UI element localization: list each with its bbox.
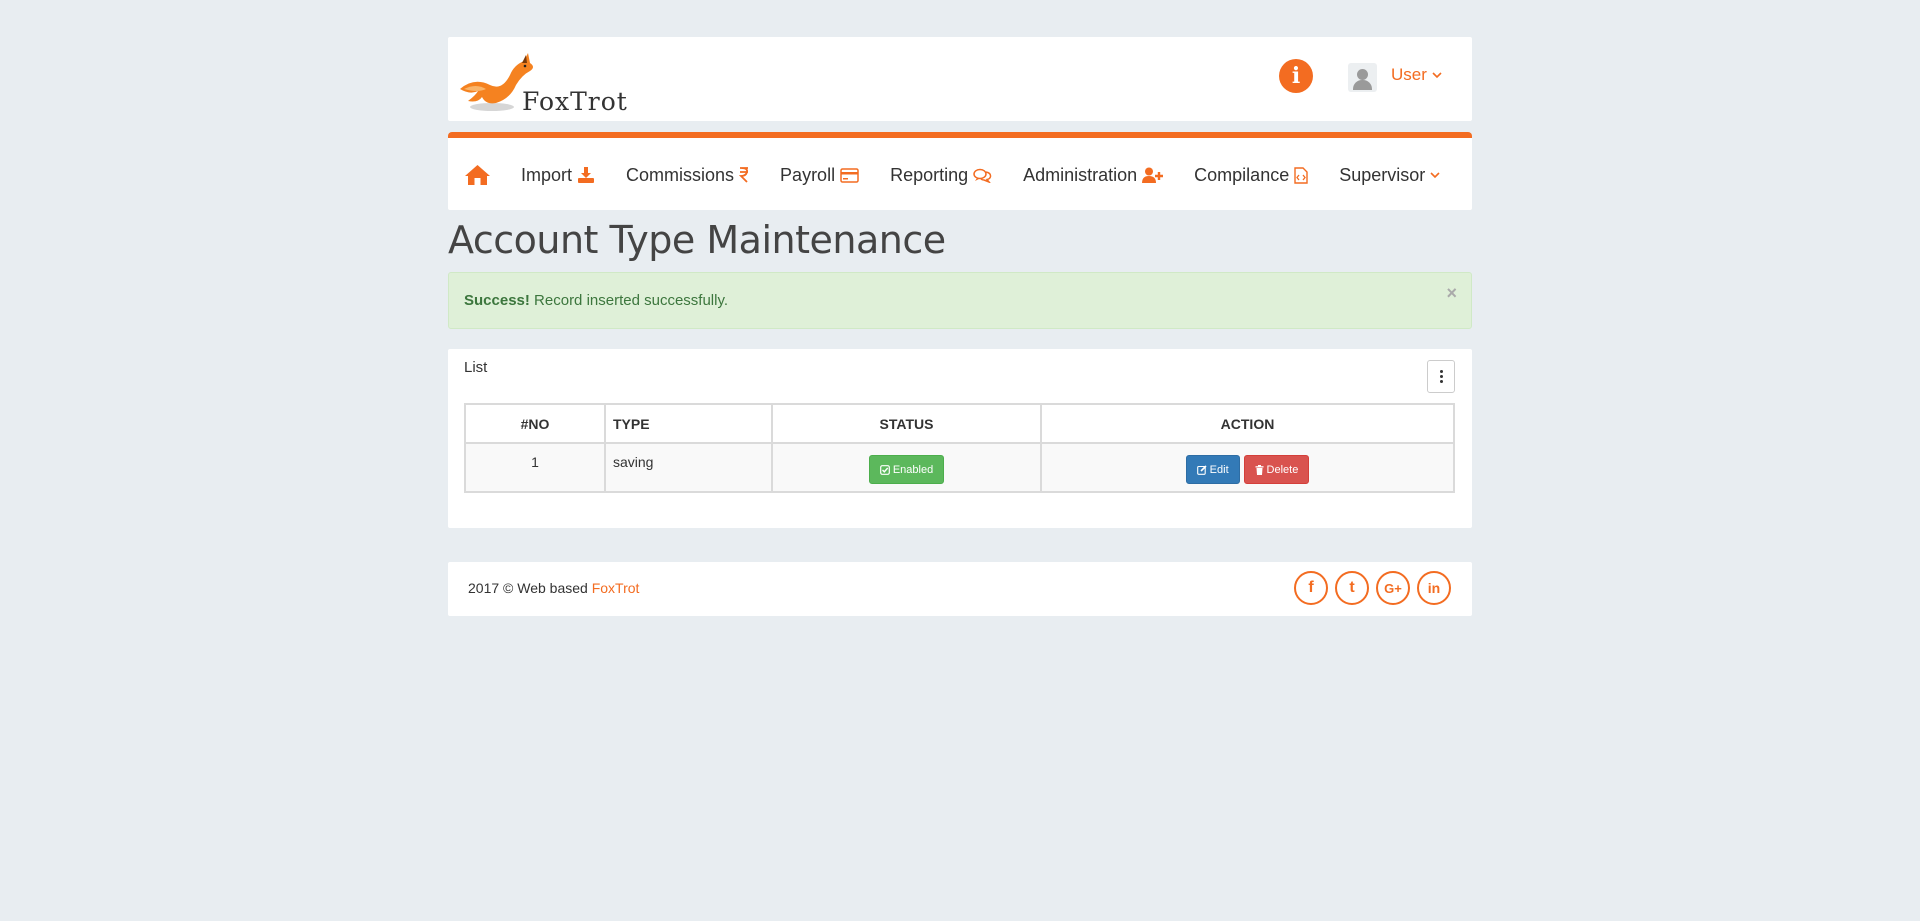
info-icon: i — [1291, 63, 1301, 89]
edit-icon — [1196, 464, 1207, 475]
footer-brand-link[interactable]: FoxTrot — [592, 580, 640, 596]
delete-label: Delete — [1266, 463, 1299, 476]
foxtrot-logo[interactable]: FoxTrot — [456, 45, 628, 116]
file-code-icon — [1294, 166, 1308, 184]
check-square-icon — [879, 464, 890, 475]
alert-message: Record inserted successfully. — [534, 292, 729, 309]
alert-close-button[interactable]: × — [1446, 283, 1457, 304]
rupee-icon — [739, 167, 749, 183]
twitter-icon[interactable]: t — [1335, 571, 1369, 605]
top-header: FoxTrot i User — [448, 37, 1472, 121]
edit-label: Edit — [1209, 463, 1229, 476]
nav-administration-label: Administration — [1023, 164, 1138, 185]
cell-status: Enabled — [771, 442, 1042, 493]
download-icon — [578, 167, 595, 183]
nav-payroll[interactable]: Payroll — [780, 163, 859, 186]
panel-title: List — [464, 359, 488, 376]
panel-menu-button[interactable] — [1427, 360, 1455, 393]
status-enabled-button[interactable]: Enabled — [868, 455, 945, 484]
linkedin-icon[interactable]: in — [1417, 571, 1451, 605]
kebab-icon — [1439, 370, 1443, 373]
table-row: 1 saving Enabled Edit Delete — [464, 442, 1455, 493]
nav-import[interactable]: Import — [521, 163, 595, 186]
page-title: Account Type Maintenance — [448, 218, 946, 262]
google-plus-icon[interactable]: G+ — [1376, 571, 1410, 605]
nav-administration[interactable]: Administration — [1023, 163, 1164, 186]
success-alert: Success! Record inserted successfully. × — [448, 272, 1472, 329]
comments-icon — [973, 168, 992, 183]
info-button[interactable]: i — [1279, 59, 1313, 93]
copyright: 2017 © Web based FoxTrot — [468, 580, 639, 596]
logo-text: FoxTrot — [522, 87, 628, 116]
social-links: f t G+ in — [1294, 571, 1451, 605]
nav-commissions-label: Commissions — [626, 164, 735, 185]
column-header-no: #NO — [464, 403, 606, 444]
account-type-table: #NO TYPE STATUS ACTION 1 saving Enabled — [464, 403, 1455, 493]
nav-reporting-label: Reporting — [890, 164, 969, 185]
chevron-down-icon — [1430, 171, 1440, 178]
credit-card-icon — [840, 167, 859, 183]
nav-commissions[interactable]: Commissions — [626, 163, 749, 186]
delete-button[interactable]: Delete — [1243, 455, 1310, 484]
nav-reporting[interactable]: Reporting — [890, 163, 992, 186]
copyright-text: 2017 © Web based — [468, 580, 588, 596]
edit-button[interactable]: Edit — [1185, 455, 1240, 484]
home-icon — [465, 165, 490, 185]
column-header-type: TYPE — [604, 403, 773, 444]
cell-type: saving — [604, 442, 773, 493]
alert-strong: Success! — [464, 292, 530, 309]
chevron-down-icon — [1432, 71, 1442, 78]
cell-no: 1 — [464, 442, 606, 493]
nav-supervisor-label: Supervisor — [1339, 164, 1426, 185]
column-header-action: ACTION — [1040, 403, 1455, 444]
cell-action: Edit Delete — [1040, 442, 1455, 493]
nav-import-label: Import — [521, 164, 573, 185]
status-label: Enabled — [892, 463, 934, 476]
trash-icon — [1255, 464, 1264, 475]
main-nav: Import Commissions Payroll Reporting Adm… — [448, 132, 1472, 210]
nav-compilance-label: Compilance — [1194, 164, 1290, 185]
facebook-icon[interactable]: f — [1294, 571, 1328, 605]
user-plus-icon — [1142, 167, 1164, 183]
user-avatar[interactable] — [1348, 63, 1377, 92]
nav-home[interactable] — [464, 162, 491, 186]
user-label: User — [1391, 65, 1427, 84]
column-header-status: STATUS — [771, 403, 1042, 444]
footer: 2017 © Web based FoxTrot f t G+ in — [448, 562, 1472, 616]
nav-supervisor[interactable]: Supervisor — [1339, 163, 1440, 186]
nav-payroll-label: Payroll — [780, 164, 836, 185]
list-panel: List #NO TYPE STATUS ACTION 1 saving Ena… — [448, 349, 1472, 528]
user-menu[interactable]: User — [1391, 65, 1442, 85]
nav-compilance[interactable]: Compilance — [1194, 163, 1308, 186]
